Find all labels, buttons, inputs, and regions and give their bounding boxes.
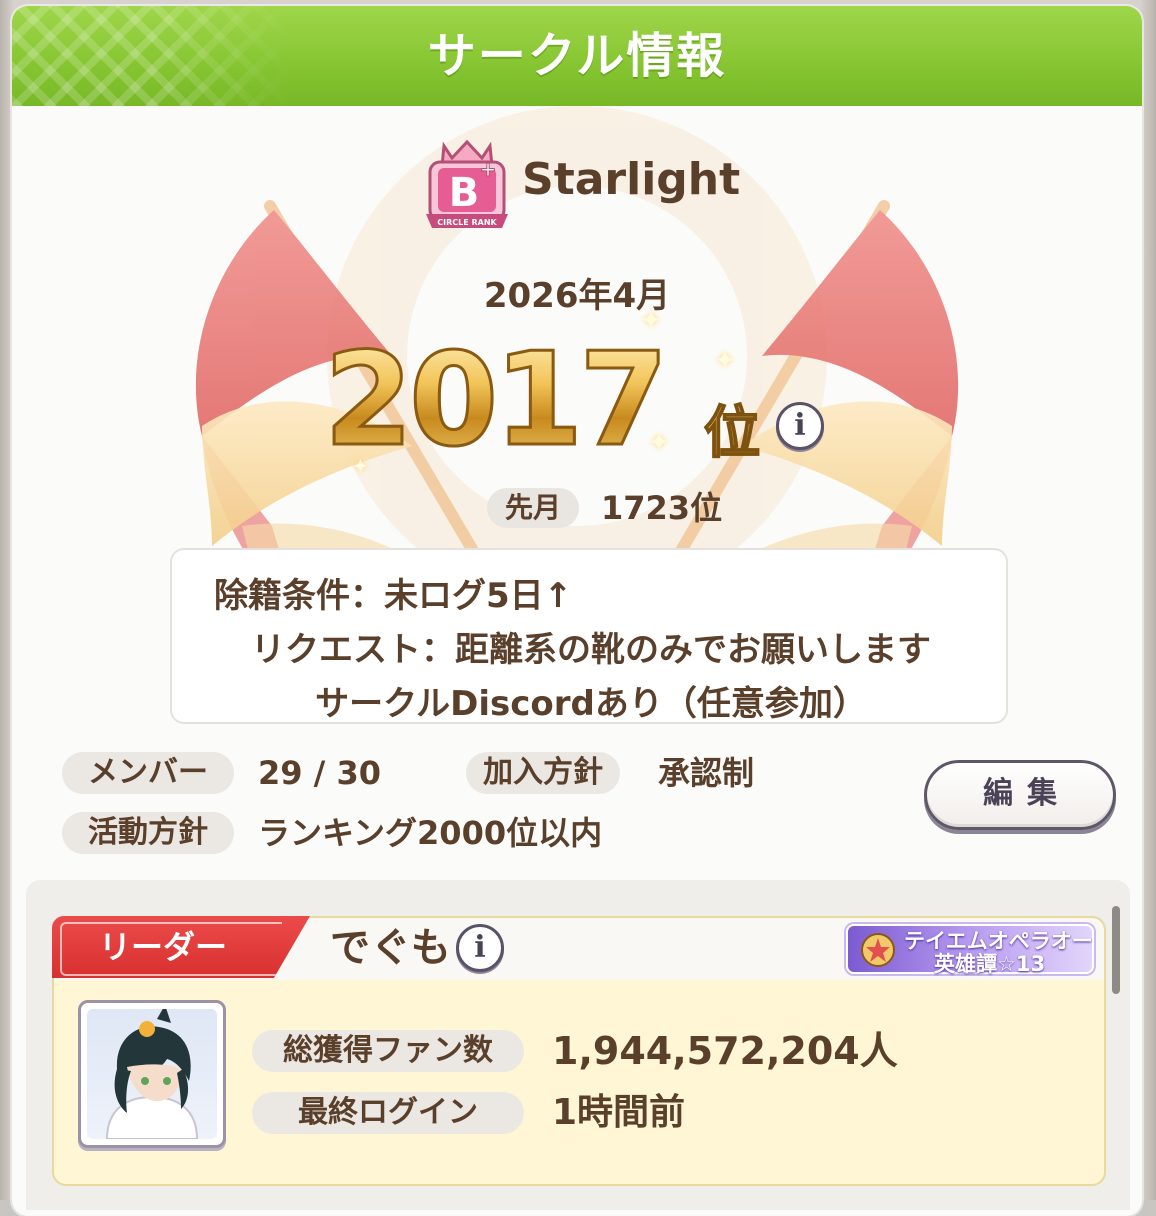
last-month-value: 1723位 xyxy=(601,489,723,527)
leader-info-icon[interactable]: i xyxy=(456,924,504,972)
join-policy-label: 加入方針 xyxy=(466,752,620,794)
total-fans-value: 1,944,572,204人 xyxy=(552,1029,898,1073)
members-value: 29 / 30 xyxy=(258,754,382,792)
circle-description: 除籍条件：未ログ5日↑ リクエスト：距離系の靴のみでお願いします サークルDis… xyxy=(170,548,1008,724)
sparkle-icon: ✦ xyxy=(640,306,662,336)
panel-header: サークル情報 xyxy=(12,6,1142,106)
join-policy-value: 承認制 xyxy=(658,754,755,792)
circle-rank-badge-icon: B + CIRCLE RANK xyxy=(426,139,508,228)
members-label: メンバー xyxy=(62,752,234,794)
description-line-2: リクエスト：距離系の靴のみでお願いします xyxy=(251,630,931,670)
title-emblem-icon xyxy=(861,933,895,967)
edit-button[interactable]: 編集 xyxy=(924,760,1116,830)
panel-title: サークル情報 xyxy=(427,28,727,84)
sparkle-icon: ✦ xyxy=(648,428,670,458)
activity-label: 活動方針 xyxy=(62,812,234,854)
rank-info-icon[interactable]: i xyxy=(776,402,824,450)
total-fans-label: 総獲得ファン数 xyxy=(252,1030,524,1072)
character-portrait-icon xyxy=(105,1009,199,1139)
rank-badge-text: CIRCLE RANK xyxy=(437,218,497,227)
leader-name: でぐも xyxy=(330,925,451,971)
leader-ribbon-label: リーダー xyxy=(98,928,227,966)
member-list-scrollbar[interactable] xyxy=(1112,906,1120,994)
svg-text:+: + xyxy=(480,157,497,181)
leader-avatar[interactable] xyxy=(78,1000,226,1148)
description-line-1: 除籍条件：未ログ5日↑ xyxy=(214,576,573,616)
leader-title-badge[interactable]: テイエムオペラオー 英雄譚☆13 xyxy=(846,924,1094,976)
rank-letter: B xyxy=(449,170,480,216)
description-line-3: サークルDiscordあり（任意参加） xyxy=(315,684,867,724)
activity-value: ランキング2000位以内 xyxy=(258,814,603,852)
last-login-value: 1時間前 xyxy=(552,1092,686,1133)
circle-info-panel: サークル情報 B + CIRCLE RANK Starlight 2026年4月… xyxy=(12,6,1142,1216)
ranking-month: 2026年4月 xyxy=(483,276,671,316)
sparkle-icon: ✦ xyxy=(352,454,369,478)
last-month-label: 先月 xyxy=(487,488,579,528)
rank-suffix: 位 xyxy=(703,388,761,469)
title-badge-line-2: 英雄譚☆13 xyxy=(934,952,1046,976)
rank-number: 2017 xyxy=(322,325,669,477)
circle-name: Starlight xyxy=(522,154,741,205)
avatar-portrait xyxy=(87,1009,217,1139)
sparkle-icon: ✦ xyxy=(714,346,736,376)
last-login-label: 最終ログイン xyxy=(252,1092,524,1134)
